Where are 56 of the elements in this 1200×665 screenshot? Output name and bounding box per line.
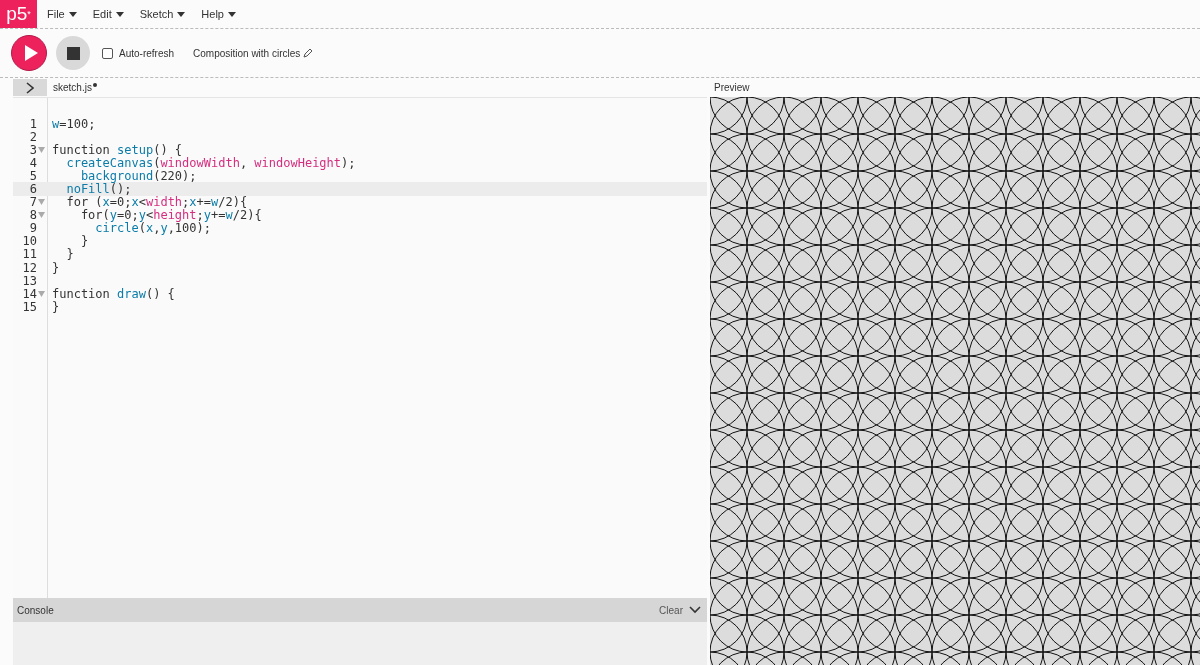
- line-number: 14: [21, 286, 37, 301]
- line-number: 11: [21, 247, 37, 262]
- caret-icon: [115, 11, 124, 17]
- clear-button[interactable]: Clear: [659, 604, 683, 616]
- code-text: createCanvas(windowWidth, windowHeight);: [65, 155, 356, 170]
- line-number: 1: [28, 116, 37, 131]
- file-tab[interactable]: sketch.js: [53, 82, 97, 93]
- caret-icon: [177, 11, 186, 17]
- code-text: for (x=0;x<width;x+=w/2){: [65, 195, 248, 210]
- auto-refresh-checkbox[interactable]: [102, 47, 113, 59]
- line-number: 10: [21, 234, 37, 249]
- console-title: Console: [17, 604, 55, 616]
- menu-item[interactable]: Sketch: [139, 8, 186, 20]
- line-number: 15: [21, 299, 37, 314]
- menu-item[interactable]: Help: [201, 8, 236, 20]
- line-number: 4: [28, 155, 37, 170]
- line-number: 6: [28, 182, 37, 196]
- code-text: }: [79, 234, 89, 249]
- line-number: 5: [28, 168, 37, 183]
- code-text: function draw() {: [52, 286, 175, 301]
- code-text: function setup() {: [52, 142, 183, 157]
- stop-button[interactable]: [56, 36, 90, 70]
- preview-title: Preview: [714, 82, 750, 93]
- chevron-right-icon: [26, 81, 34, 94]
- line-number: 3: [28, 142, 37, 157]
- line-number: 12: [21, 260, 37, 275]
- menu-item[interactable]: File: [47, 8, 77, 20]
- play-icon: [23, 45, 38, 61]
- code-text: w=100;: [52, 116, 96, 131]
- auto-refresh-label[interactable]: Auto-refresh: [119, 47, 175, 59]
- fold-arrow-icon[interactable]: [38, 290, 45, 297]
- play-button[interactable]: [11, 35, 47, 71]
- code-text: }: [52, 260, 60, 275]
- code-text: background(220);: [80, 168, 197, 183]
- sidebar-toggle-button[interactable]: [13, 79, 47, 96]
- line-number: 7: [28, 195, 37, 210]
- code-text: }: [65, 247, 74, 262]
- line-number: 8: [28, 208, 37, 223]
- stop-icon: [66, 46, 80, 60]
- code-text: for(y=0;y<height;y+=w/2){: [79, 208, 262, 223]
- line-number: 2: [28, 129, 37, 144]
- line-number: 9: [28, 221, 37, 236]
- fold-arrow-icon[interactable]: [38, 199, 45, 206]
- line-number: 13: [21, 273, 37, 288]
- code-text: noFill();: [65, 182, 132, 196]
- code-text: }: [52, 299, 60, 314]
- fold-arrow-icon[interactable]: [38, 146, 45, 153]
- pencil-icon: [303, 48, 314, 58]
- p5-logo[interactable]: p5$^{*}$: [0, 0, 37, 28]
- code-text: circle(x,y,100);: [95, 221, 211, 236]
- caret-icon: [227, 11, 236, 17]
- caret-icon: [68, 11, 77, 17]
- fold-arrow-icon[interactable]: [38, 212, 45, 219]
- menu-item[interactable]: Edit: [92, 8, 124, 20]
- chevron-down-icon: [689, 606, 701, 614]
- sketch-name[interactable]: Composition with circles: [193, 47, 301, 59]
